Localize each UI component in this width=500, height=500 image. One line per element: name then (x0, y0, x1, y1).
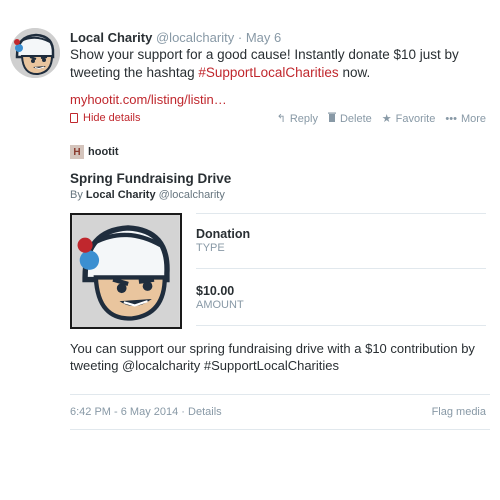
card-description: You can support our spring fundraising d… (70, 341, 475, 373)
header-separator: · (237, 30, 243, 45)
author-name[interactable]: Local Charity (70, 30, 152, 45)
byline-handle[interactable]: @localcharity (159, 189, 225, 201)
card-brand[interactable]: H hootit (70, 145, 119, 159)
document-icon (70, 113, 78, 123)
reply-button[interactable]: ↰ Reply (276, 112, 318, 126)
card-image[interactable] (70, 213, 182, 329)
tweet-header: Local Charity @localcharity · May 6 (70, 30, 281, 45)
field-amount: $10.00 AMOUNT (196, 284, 486, 311)
field-type: Donation TYPE (196, 227, 486, 254)
details-link[interactable]: Details (188, 406, 222, 418)
favorite-button[interactable]: ★ Favorite (381, 112, 436, 126)
mascot-avatar-icon (10, 28, 60, 78)
field-divider (196, 268, 486, 269)
hashtag-link[interactable]: #SupportLocalCharities (198, 65, 338, 80)
card-byline: By Local Charity @localcharity (70, 189, 225, 201)
author-handle[interactable]: @localcharity (156, 30, 234, 45)
tweet-date[interactable]: May 6 (246, 30, 281, 45)
tweet-action-buttons: ↰ Reply Delete ★ Favorite ••• More (277, 112, 486, 125)
trash-icon (327, 112, 336, 125)
delete-label: Delete (339, 112, 372, 125)
delete-button[interactable]: Delete (327, 112, 372, 125)
field-amount-value: $10.00 (196, 284, 235, 298)
tweet-actions-row: Hide details ↰ Reply Delete ★ Favorite •… (70, 112, 490, 128)
tweet-url-link[interactable]: myhootit.com/listing/listin… (70, 92, 227, 107)
more-label: More (460, 112, 486, 125)
avatar[interactable] (10, 28, 60, 78)
byline-author[interactable]: Local Charity (86, 189, 156, 201)
footer-divider (70, 394, 490, 395)
star-icon: ★ (381, 113, 392, 125)
hootit-logo-icon: H (70, 145, 84, 159)
footer-separator: · (181, 406, 185, 418)
hide-details-label: Hide details (83, 112, 141, 124)
field-type-value: Donation (196, 227, 251, 241)
tweet-text-after: now. (338, 65, 371, 80)
more-icon: ••• (445, 112, 457, 125)
reply-label: Reply (289, 112, 318, 125)
field-divider (196, 325, 486, 326)
field-amount-label: AMOUNT (196, 299, 244, 311)
byline-prefix: By (70, 189, 83, 201)
brand-name: hootit (88, 146, 119, 158)
card-title[interactable]: Spring Fundraising Drive (70, 171, 231, 186)
more-button[interactable]: ••• More (445, 112, 486, 125)
footer-divider (70, 429, 490, 430)
tweet-text: Show your support for a good cause! Inst… (70, 46, 490, 82)
tweet-timestamp: 6:42 PM - 6 May 2014 · Details (70, 406, 222, 418)
field-divider (196, 213, 486, 214)
reply-icon: ↰ (276, 113, 286, 125)
timestamp[interactable]: 6:42 PM - 6 May 2014 (70, 406, 178, 418)
flag-media-link[interactable]: Flag media (432, 406, 486, 418)
mascot-image-icon (72, 215, 180, 327)
favorite-label: Favorite (395, 112, 436, 125)
hide-details-button[interactable]: Hide details (70, 112, 140, 124)
field-type-label: TYPE (196, 242, 225, 254)
